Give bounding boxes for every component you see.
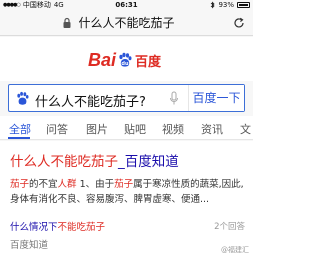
result-title-site: _百度知道 (118, 154, 179, 170)
url-query[interactable]: 什么人不能吃茄子 (0, 14, 253, 31)
baidu-logo[interactable]: Bai du 百度 (88, 49, 168, 71)
active-tab-indicator (8, 137, 30, 139)
result-snippet: 茄子的不宜人群 1、由于茄子属于寒凉性质的蔬菜,因此,身体有消化不良、容易腹泻、… (10, 177, 246, 207)
bluetooth-icon (211, 1, 216, 9)
microphone-icon[interactable] (169, 91, 179, 106)
result-source: 百度知道 (10, 240, 49, 251)
tab-more[interactable]: 文 (240, 121, 251, 137)
paw-icon: du (119, 52, 132, 67)
result-title-highlight: 什么人不能吃茄子 (10, 154, 118, 170)
snippet-highlight: 人群 (57, 179, 77, 190)
result-card: 什么人不能吃茄子_百度知道 茄子的不宜人群 1、由于茄子属于寒凉性质的蔬菜,因此… (0, 141, 253, 258)
watermark: @福建汇 (221, 246, 249, 254)
status-bar: ●●●●○ 中国移动 4G 06:31 93% (0, 0, 253, 10)
browser-page: ●●●●○ 中国移动 4G 06:31 93% 什么人不能吃茄子 Bai du … (0, 0, 253, 258)
reload-icon[interactable] (233, 17, 245, 29)
url-bar[interactable]: 什么人不能吃茄子 (0, 10, 253, 36)
tab-news[interactable]: 资讯 (201, 121, 223, 137)
tab-video[interactable]: 视频 (162, 121, 184, 137)
related-question-highlight: 不能吃茄子 (57, 222, 106, 233)
status-right: 93% (210, 0, 250, 10)
tab-images[interactable]: 图片 (86, 121, 108, 137)
snippet-highlight: 茄子 (10, 179, 30, 190)
logo-band: Bai du 百度 (0, 37, 253, 81)
search-input[interactable]: 什么人不能吃茄子? (35, 91, 146, 110)
related-question-link[interactable]: 什么情况下不能吃茄子 (10, 219, 105, 233)
snippet-highlight: 茄子 (114, 179, 134, 190)
snippet-text: 的不宜 (29, 179, 58, 190)
battery-percent: 93% (218, 1, 234, 9)
logo-cn: 百度 (135, 54, 162, 70)
battery-icon (237, 2, 250, 8)
search-paw-icon (17, 91, 29, 105)
tab-qa[interactable]: 问答 (46, 121, 68, 137)
search-tabs: 全部 问答 图片 贴吧 视频 资讯 文 (0, 116, 253, 140)
snippet-text: 1、由于 (76, 179, 115, 190)
tab-all[interactable]: 全部 (9, 121, 31, 137)
related-question-prefix: 什么情况下 (10, 222, 58, 233)
result-title[interactable]: 什么人不能吃茄子_百度知道 (10, 150, 179, 170)
logo-bai: Bai (88, 49, 117, 70)
search-box[interactable]: 什么人不能吃茄子? 百度一下 (8, 84, 245, 112)
tab-tieba[interactable]: 贴吧 (124, 121, 146, 137)
svg-text:du: du (121, 61, 129, 67)
search-button[interactable]: 百度一下 (188, 85, 244, 111)
answer-count: 2个回答 (214, 222, 245, 232)
